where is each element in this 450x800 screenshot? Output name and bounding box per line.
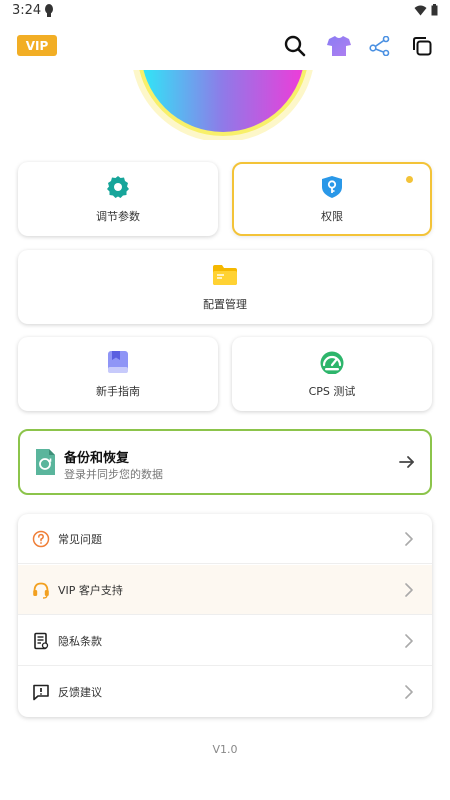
version-label: V1.0 <box>212 743 238 756</box>
notification-icon <box>45 4 53 17</box>
share-button[interactable] <box>366 32 394 60</box>
list-item-vip-support[interactable]: VIP 客户支持 <box>18 565 432 615</box>
status-bar: 3:24 <box>0 0 450 22</box>
backup-subtitle: 登录并同步您的数据 <box>64 468 163 481</box>
battery-icon <box>431 4 438 16</box>
faq-label: 常见问题 <box>58 533 102 546</box>
backup-title: 备份和恢复 <box>64 451 130 466</box>
vip-badge[interactable]: VIP <box>17 35 57 56</box>
chevron-right-icon <box>405 634 413 648</box>
list-item-privacy[interactable]: 隐私条款 <box>18 616 432 666</box>
chevron-right-icon <box>405 583 413 597</box>
guide-book-icon <box>105 349 131 375</box>
cps-card[interactable]: CPS 测试 <box>232 337 432 411</box>
theme-button[interactable] <box>325 32 353 60</box>
list-item-faq[interactable]: 常见问题 <box>18 514 432 564</box>
hero-gradient-disc <box>118 70 328 140</box>
guide-card[interactable]: 新手指南 <box>18 337 218 411</box>
headset-icon <box>33 582 49 599</box>
feedback-label: 反馈建议 <box>58 686 102 699</box>
backup-restore-card[interactable]: 备份和恢复 登录并同步您的数据 <box>18 429 432 495</box>
config-card[interactable]: 配置管理 <box>18 250 432 324</box>
feedback-icon <box>33 684 49 701</box>
shield-key-icon <box>319 174 345 200</box>
share-icon <box>369 36 390 56</box>
config-label: 配置管理 <box>203 298 247 311</box>
params-label: 调节参数 <box>96 210 140 223</box>
backup-file-icon <box>36 449 55 475</box>
status-time: 3:24 <box>12 3 42 18</box>
windows-button[interactable] <box>408 32 436 60</box>
gear-icon <box>105 174 131 200</box>
search-button[interactable] <box>281 32 309 60</box>
search-icon <box>284 35 306 57</box>
new-badge-dot <box>406 176 413 183</box>
copy-icon <box>413 37 432 56</box>
permissions-card[interactable]: 权限 <box>232 162 432 236</box>
folder-icon <box>212 262 238 288</box>
speedometer-icon <box>319 349 345 375</box>
params-card[interactable]: 调节参数 <box>18 162 218 236</box>
document-icon <box>34 632 49 650</box>
chevron-right-icon <box>405 532 413 546</box>
tshirt-icon <box>327 36 351 56</box>
question-icon <box>32 530 50 548</box>
settings-list: 常见问题 VIP 客户支持 隐私条款 反馈建议 <box>18 514 432 717</box>
arrow-right-icon <box>399 456 414 468</box>
chevron-right-icon <box>405 685 413 699</box>
guide-label: 新手指南 <box>96 385 140 398</box>
cps-label: CPS 测试 <box>308 385 356 398</box>
permissions-label: 权限 <box>321 210 343 223</box>
wifi-icon <box>414 5 427 15</box>
list-item-feedback[interactable]: 反馈建议 <box>18 667 432 717</box>
vip-support-label: VIP 客户支持 <box>58 584 123 597</box>
privacy-label: 隐私条款 <box>58 635 102 648</box>
